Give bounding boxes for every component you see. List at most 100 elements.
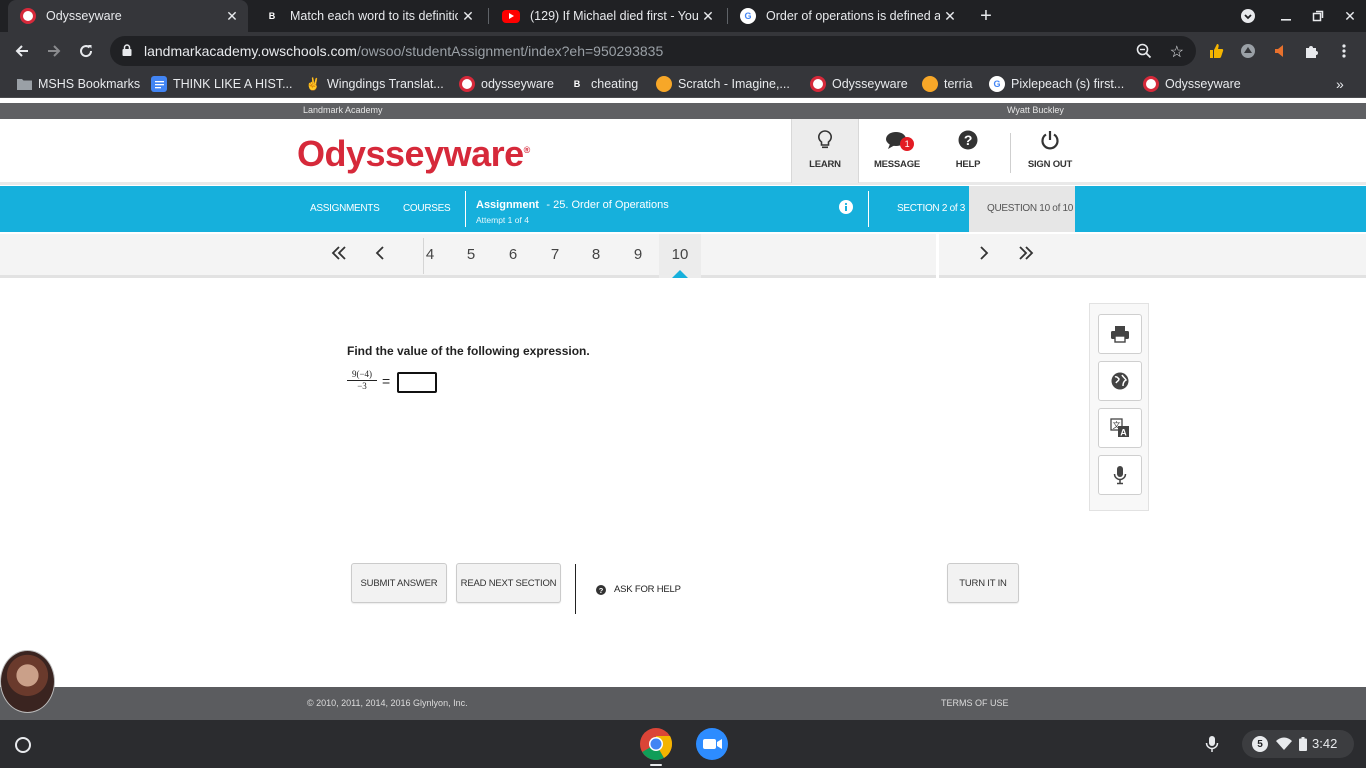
new-tab-button[interactable]: + — [970, 0, 1002, 32]
close-tab-icon[interactable]: ✕ — [458, 8, 478, 25]
question-number[interactable]: 7 — [545, 246, 565, 263]
read-next-section-button[interactable]: READ NEXT SECTION — [456, 563, 561, 603]
address-bar[interactable]: landmarkacademy.owschools.com/owsoo/stud… — [110, 36, 1196, 66]
question-number[interactable]: 6 — [503, 246, 523, 263]
restore-icon[interactable] — [1302, 0, 1334, 32]
battery-icon — [1299, 737, 1307, 756]
question-number-current[interactable]: 10 — [670, 246, 690, 263]
minimize-icon[interactable] — [1270, 0, 1302, 32]
bookmark-wingdings[interactable]: ✌ Wingdings Translat... — [305, 76, 444, 92]
previous-question-icon[interactable] — [374, 244, 386, 267]
assignment-info: Assignment - 25. Order of Operations Att… — [476, 195, 669, 225]
microphone-icon[interactable] — [1205, 735, 1219, 758]
fraction-denominator: −3 — [357, 381, 367, 391]
tab-search-icon[interactable] — [1232, 0, 1264, 32]
terms-of-use-link[interactable]: TERMS OF USE — [941, 698, 1009, 708]
printer-icon — [1111, 326, 1129, 343]
help-nav[interactable]: ? HELP — [934, 119, 1002, 183]
browser-tab-brainly[interactable]: B Match each word to its definition ✕ — [252, 0, 484, 32]
microphone-button[interactable] — [1098, 455, 1142, 495]
question-indicator-tab: QUESTION 10 of 10 — [969, 186, 1075, 232]
webcam-avatar[interactable] — [0, 650, 55, 713]
message-nav[interactable]: 1 MESSAGE — [863, 119, 931, 183]
reload-icon[interactable] — [72, 37, 100, 65]
url-host: landmarkacademy.owschools.com — [144, 43, 357, 59]
last-question-icon[interactable] — [1018, 244, 1034, 267]
launcher-icon[interactable] — [14, 736, 32, 759]
bookmark-odysseyware-2[interactable]: Odysseyware — [810, 76, 908, 92]
navigator-divider — [936, 234, 939, 278]
bookmark-odysseyware-3[interactable]: Odysseyware — [1143, 76, 1241, 92]
question-number[interactable]: 9 — [628, 246, 648, 263]
bookmark-terria[interactable]: terria — [922, 76, 972, 92]
zoom-icon[interactable] — [1136, 43, 1152, 64]
translate-globe-button[interactable] — [1098, 361, 1142, 401]
status-tray[interactable]: 5 3:42 — [1242, 730, 1354, 758]
next-question-icon[interactable] — [978, 244, 990, 267]
first-question-icon[interactable] — [331, 244, 347, 267]
browser-tab-odysseyware[interactable]: Odysseyware ✕ — [8, 0, 248, 32]
puzzle-extensions-icon[interactable] — [1298, 37, 1326, 65]
tab-title: Odysseyware — [46, 9, 122, 23]
zoom-app-icon[interactable] — [695, 727, 729, 766]
copyright-text: © 2010, 2011, 2014, 2016 Glynlyon, Inc. — [307, 698, 468, 708]
bookmark-cheating[interactable]: B cheating — [569, 76, 639, 92]
logo-registered-mark: ® — [523, 145, 531, 155]
answer-input[interactable] — [397, 372, 437, 393]
folder-icon — [16, 76, 32, 92]
odysseyware-icon — [20, 8, 36, 24]
docs-icon — [151, 76, 167, 92]
browser-tab-youtube[interactable]: (129) If Michael died first - YouTube ✕ — [490, 0, 724, 32]
sign-out-nav[interactable]: SIGN OUT — [1016, 119, 1084, 183]
courses-link[interactable]: COURSES — [403, 203, 451, 214]
ask-for-help-button[interactable]: ? ASK FOR HELP — [596, 584, 681, 595]
site-footer: © 2010, 2011, 2014, 2016 Glynlyon, Inc. … — [0, 687, 1366, 720]
star-bookmark-icon[interactable]: ☆ — [1170, 42, 1184, 62]
bookmark-odysseyware-1[interactable]: odysseyware — [459, 76, 554, 92]
close-window-icon[interactable]: ✕ — [1334, 0, 1366, 32]
browser-tab-google[interactable]: G Order of operations is defined as ✕ — [728, 0, 966, 32]
tools-panel: 文A — [1089, 303, 1149, 511]
odysseyware-icon — [1143, 76, 1159, 92]
logo-text: Odysseyware — [297, 133, 524, 174]
question-navigator: 4 5 6 7 8 9 10 — [0, 234, 1366, 278]
user-name: Wyatt Buckley — [1007, 105, 1064, 115]
speaker-extension-icon[interactable] — [1266, 37, 1294, 65]
bookmark-label: MSHS Bookmarks — [38, 77, 141, 91]
chrome-app-icon[interactable] — [639, 727, 673, 766]
back-arrow-icon[interactable] — [8, 37, 36, 65]
print-button[interactable] — [1098, 314, 1142, 354]
assignment-label: Assignment — [476, 199, 539, 211]
translate-language-button[interactable]: 文A — [1098, 408, 1142, 448]
extension-icon[interactable] — [1234, 37, 1262, 65]
question-number[interactable]: 8 — [586, 246, 606, 263]
close-tab-icon[interactable]: ✕ — [940, 8, 960, 25]
section-indicator: SECTION 2 of 3 — [897, 203, 966, 214]
lock-icon[interactable] — [122, 43, 134, 59]
thumbs-up-extension-icon[interactable] — [1202, 37, 1230, 65]
odysseyware-icon — [810, 76, 826, 92]
more-bookmarks-button[interactable]: » — [1336, 76, 1344, 92]
bookmark-pixlepeach[interactable]: G Pixlepeach (s) first... — [989, 76, 1124, 92]
browser-tab-strip: Odysseyware ✕ B Match each word to its d… — [0, 0, 1366, 32]
bookmark-mshs[interactable]: MSHS Bookmarks — [16, 76, 140, 92]
odysseyware-logo[interactable]: Odysseyware® — [297, 133, 530, 175]
turn-it-in-button[interactable]: TURN IT IN — [947, 563, 1019, 603]
forward-arrow-icon[interactable] — [40, 37, 68, 65]
microphone-icon — [1113, 466, 1127, 485]
bookmark-scratch[interactable]: Scratch - Imagine,... — [656, 76, 790, 92]
close-tab-icon[interactable]: ✕ — [222, 8, 242, 25]
kebab-menu-icon[interactable] — [1332, 37, 1356, 65]
info-icon[interactable] — [839, 200, 853, 219]
wingdings-icon: ✌ — [305, 77, 321, 91]
tab-title: Match each word to its definition — [290, 9, 458, 23]
bookmark-think[interactable]: THINK LIKE A HIST... — [151, 76, 292, 92]
question-number[interactable]: 4 — [420, 246, 440, 263]
assignments-link[interactable]: ASSIGNMENTS — [310, 203, 380, 214]
assignment-navbar: ASSIGNMENTS COURSES Assignment - 25. Ord… — [0, 186, 1366, 232]
close-tab-icon[interactable]: ✕ — [698, 8, 718, 25]
submit-answer-button[interactable]: SUBMIT ANSWER — [351, 563, 447, 603]
learn-nav[interactable]: LEARN — [791, 119, 859, 183]
question-number[interactable]: 5 — [461, 246, 481, 263]
odysseyware-icon — [459, 76, 475, 92]
